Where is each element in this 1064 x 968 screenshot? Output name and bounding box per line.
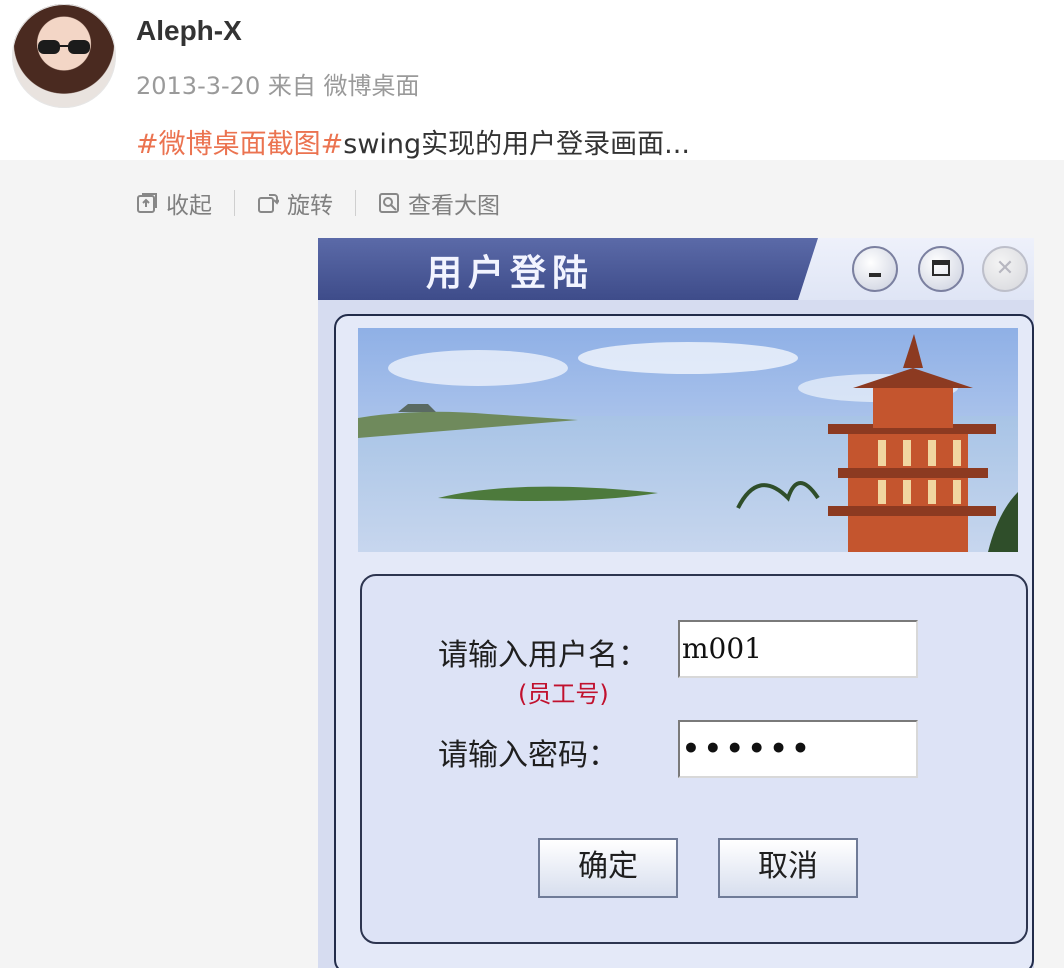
- password-input[interactable]: ••••••: [678, 720, 918, 778]
- post-text: #微博桌面截图#swing实现的用户登录画面...: [136, 122, 690, 161]
- post-meta: 2013-3-20 来自 微博桌面: [136, 72, 420, 100]
- username[interactable]: Aleph-X: [136, 15, 242, 47]
- sunglasses-graphic: [38, 40, 90, 56]
- topic-link[interactable]: #微博桌面截图#: [136, 129, 343, 160]
- ok-button[interactable]: 确定: [538, 838, 678, 898]
- window-titlebar: 用户登陆 ✕: [318, 238, 1034, 300]
- username-input[interactable]: m001: [678, 620, 918, 678]
- login-screenshot[interactable]: 用户登陆 ✕ 请输入用户名： (员工号) m001 请输入密码： •••••• …: [318, 238, 1034, 968]
- collapse-icon: [137, 193, 157, 213]
- maximize-button[interactable]: [918, 246, 964, 292]
- close-icon: ✕: [995, 256, 1015, 281]
- rotate-icon: [258, 194, 279, 213]
- minimize-icon: [869, 273, 881, 277]
- view-large-label: 查看大图: [408, 193, 500, 219]
- password-label: 请输入密码：: [438, 738, 618, 773]
- collapse-button[interactable]: 收起: [136, 186, 212, 220]
- close-button[interactable]: ✕: [982, 246, 1028, 292]
- rotate-label: 旋转: [287, 193, 333, 219]
- post-body: swing实现的用户登录画面...: [343, 129, 690, 160]
- rotate-button[interactable]: 旋转: [257, 186, 333, 220]
- media-area: 收起 旋转 查看大图 用户登陆 ✕ 请输入用户名： (员工号) m001 请输入…: [0, 160, 1064, 968]
- image-toolbar: 收起 旋转 查看大图: [136, 186, 500, 220]
- username-hint: (员工号): [518, 680, 609, 708]
- login-form: 请输入用户名： (员工号) m001 请输入密码： •••••• 确定 取消: [360, 574, 1028, 944]
- view-large-button[interactable]: 查看大图: [378, 186, 500, 220]
- avatar[interactable]: [12, 4, 116, 108]
- cancel-button[interactable]: 取消: [718, 838, 858, 898]
- toolbar-divider: [234, 190, 235, 216]
- toolbar-divider: [355, 190, 356, 216]
- view-large-icon: [379, 193, 399, 213]
- minimize-button[interactable]: [852, 246, 898, 292]
- maximize-icon: [932, 260, 950, 276]
- post-header: Aleph-X 2013-3-20 来自 微博桌面 #微博桌面截图#swing实…: [0, 0, 1064, 160]
- window-body: 请输入用户名： (员工号) m001 请输入密码： •••••• 确定 取消: [334, 314, 1034, 968]
- lake-pagoda-banner: [358, 328, 1018, 552]
- collapse-label: 收起: [166, 193, 212, 219]
- window-title: 用户登陆: [426, 252, 595, 294]
- username-label: 请输入用户名：: [438, 638, 648, 673]
